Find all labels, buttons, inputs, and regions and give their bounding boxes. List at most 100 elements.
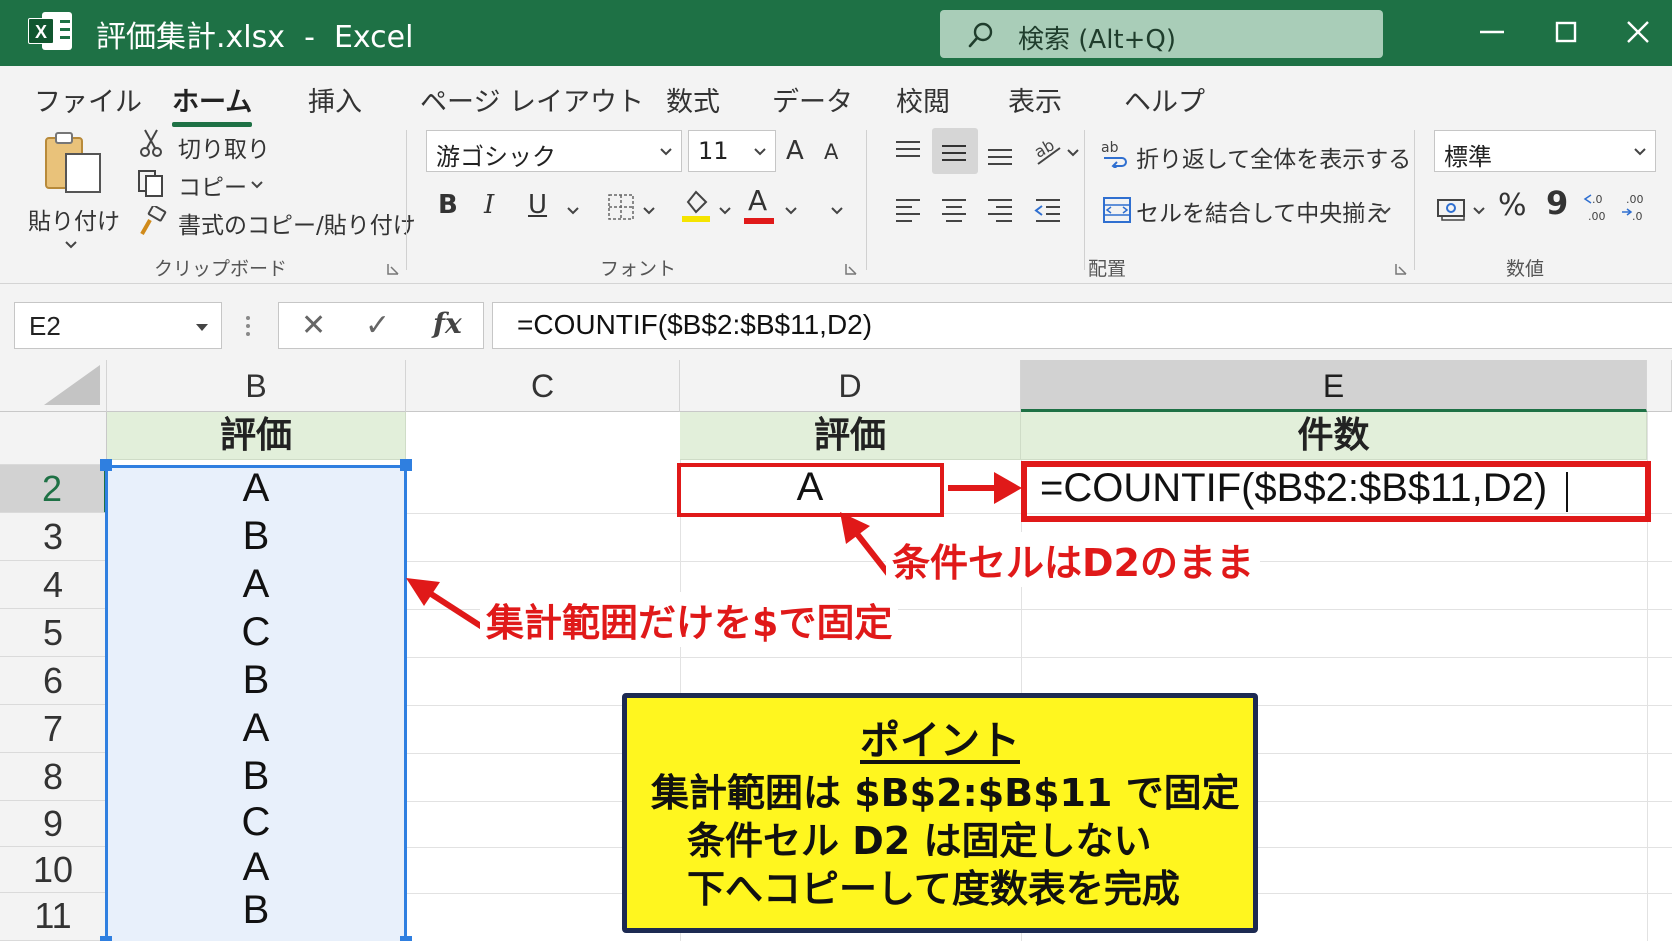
align-top-icon[interactable] <box>892 138 924 166</box>
paste-icon[interactable] <box>40 130 106 196</box>
minimize-icon[interactable] <box>1472 14 1512 50</box>
enter-icon[interactable]: ✓ <box>365 308 390 343</box>
tab-data[interactable]: データ <box>772 80 853 119</box>
merge-center-icon[interactable] <box>1102 196 1132 224</box>
row-header-4[interactable]: 4 <box>0 561 107 609</box>
excel-logo-icon: X <box>28 10 74 52</box>
row-header-3[interactable]: 3 <box>0 513 107 561</box>
row-header-1[interactable] <box>0 412 107 465</box>
decrease-font-button[interactable]: A <box>824 140 838 164</box>
format-painter-icon[interactable] <box>136 206 168 236</box>
comma-button[interactable]: 9 <box>1546 184 1568 222</box>
merge-center-button[interactable]: セルを結合して中央揃え <box>1136 194 1388 228</box>
column-header-c[interactable]: C <box>406 360 680 412</box>
selection-handle[interactable] <box>100 936 112 941</box>
decrease-decimal-icon[interactable]: .00.0 <box>1620 190 1652 224</box>
orientation-chevron-icon[interactable] <box>1066 148 1080 158</box>
tab-insert[interactable]: 挿入 <box>308 80 362 119</box>
paste-chevron-icon[interactable] <box>64 240 78 250</box>
tab-file[interactable]: ファイル <box>34 80 142 119</box>
column-header-b[interactable]: B <box>107 360 406 412</box>
chevron-down-icon <box>754 148 766 156</box>
row-header-7[interactable]: 7 <box>0 705 107 753</box>
header-cell-e1[interactable]: 件数 <box>1021 412 1647 460</box>
header-cell-d1[interactable]: 評価 <box>680 412 1021 460</box>
underline-button[interactable]: U <box>528 190 547 220</box>
font-color-button[interactable]: A <box>748 184 767 217</box>
font-name-dropdown[interactable]: 游ゴシック <box>426 130 682 172</box>
row-header-2[interactable]: 2 <box>0 465 107 513</box>
close-icon[interactable] <box>1618 14 1658 50</box>
tab-review[interactable]: 校閲 <box>896 80 950 119</box>
cell-d2[interactable]: A <box>680 465 940 513</box>
format-painter-button[interactable]: 書式のコピー/貼り付け <box>178 206 416 240</box>
font-more-chevron-icon[interactable] <box>830 206 844 216</box>
align-right-icon[interactable] <box>984 194 1016 224</box>
cut-button[interactable]: 切り取り <box>178 130 270 164</box>
cell-e2[interactable]: =COUNTIF($B$2:$B$11,D2) <box>1040 466 1547 511</box>
number-group-label: 数値 <box>1506 258 1545 280</box>
row-header-6[interactable]: 6 <box>0 657 107 705</box>
increase-decimal-icon[interactable]: .0.00 <box>1582 190 1614 224</box>
tab-formulas[interactable]: 数式 <box>666 80 720 119</box>
bold-button[interactable]: B <box>438 190 458 220</box>
underline-chevron-icon[interactable] <box>566 206 580 216</box>
border-icon[interactable] <box>606 192 636 222</box>
fill-color-chevron-icon[interactable] <box>718 206 732 216</box>
font-size-dropdown[interactable]: 11 <box>688 130 776 172</box>
search-box[interactable]: 検索 (Alt+Q) <box>940 10 1383 58</box>
header-cell-b1[interactable]: 評価 <box>107 412 406 460</box>
copy-chevron-icon[interactable] <box>250 180 264 190</box>
font-color-chevron-icon[interactable] <box>784 206 798 216</box>
row-header-11[interactable]: 11 <box>0 893 107 941</box>
column-header-e[interactable]: E <box>1021 360 1647 412</box>
copy-icon[interactable] <box>136 168 166 198</box>
decrease-indent-icon[interactable] <box>1032 194 1064 224</box>
clipboard-launcher-icon[interactable] <box>386 262 400 276</box>
increase-font-button[interactable]: A <box>786 136 804 166</box>
selection-handle[interactable] <box>400 936 412 941</box>
font-launcher-icon[interactable] <box>844 262 858 276</box>
name-box[interactable]: E2 <box>14 302 222 349</box>
percent-button[interactable]: % <box>1498 188 1527 223</box>
tab-page-layout[interactable]: ページ レイアウト <box>420 80 644 119</box>
number-format-dropdown[interactable]: 標準 <box>1434 130 1656 172</box>
paste-button[interactable]: 貼り付け <box>28 202 120 236</box>
align-center-icon[interactable] <box>938 194 970 224</box>
border-chevron-icon[interactable] <box>642 206 656 216</box>
orientation-icon[interactable]: ab <box>1032 134 1064 168</box>
row-header-5[interactable]: 5 <box>0 609 107 657</box>
copy-button[interactable]: コピー <box>178 168 247 202</box>
align-middle-icon[interactable] <box>938 138 970 166</box>
align-bottom-icon[interactable] <box>984 138 1016 166</box>
fill-color-icon[interactable] <box>680 186 712 224</box>
drag-handle-icon[interactable] <box>244 312 252 340</box>
select-all-corner[interactable] <box>0 360 107 412</box>
scissors-icon[interactable] <box>138 128 164 158</box>
merge-chevron-icon[interactable] <box>1378 206 1392 216</box>
worksheet-grid[interactable]: B C D E 2 3 4 5 6 7 8 9 10 11 評価 評価 件数 A… <box>0 360 1672 941</box>
currency-icon[interactable] <box>1436 194 1468 224</box>
wrap-text-button[interactable]: 折り返して全体を表示する <box>1136 140 1411 174</box>
cancel-icon[interactable]: ✕ <box>301 308 326 343</box>
chevron-down-icon[interactable] <box>195 322 209 332</box>
column-header-f[interactable] <box>1647 360 1672 412</box>
selection-handle[interactable] <box>400 459 412 471</box>
insert-function-icon[interactable]: fx <box>433 307 462 340</box>
row-header-8[interactable]: 8 <box>0 753 107 801</box>
align-left-icon[interactable] <box>892 194 924 224</box>
tab-home[interactable]: ホーム <box>172 80 253 127</box>
italic-button[interactable]: I <box>484 190 494 220</box>
row-header-10[interactable]: 10 <box>0 847 107 893</box>
tab-help[interactable]: ヘルプ <box>1124 80 1205 119</box>
svg-text:ab: ab <box>1032 135 1058 161</box>
tab-view[interactable]: 表示 <box>1008 80 1062 119</box>
row-header-9[interactable]: 9 <box>0 801 107 847</box>
maximize-icon[interactable] <box>1546 14 1586 50</box>
currency-chevron-icon[interactable] <box>1472 206 1486 216</box>
selection-handle[interactable] <box>100 459 112 471</box>
column-header-d[interactable]: D <box>680 360 1021 412</box>
formula-input[interactable]: =COUNTIF($B$2:$B$11,D2) <box>492 302 1672 349</box>
wrap-text-icon[interactable]: ab <box>1100 138 1130 168</box>
alignment-launcher-icon[interactable] <box>1394 262 1408 276</box>
